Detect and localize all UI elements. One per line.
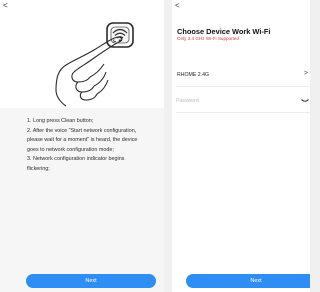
divider (176, 112, 310, 113)
illustration-panel (0, 0, 164, 108)
instruction-steps: 1. Long press Clean button; 2. After the… (27, 117, 155, 175)
next-button[interactable]: Next (26, 274, 156, 288)
wifi-network-selector[interactable]: RHOME 2.4G > (172, 68, 310, 84)
choose-wifi-screen: < Choose Device Work Wi-Fi Only 2.4 GHz … (172, 0, 310, 292)
page-title: Choose Device Work Wi-Fi (177, 27, 271, 36)
back-icon[interactable]: < (3, 2, 8, 10)
reset-instructions-screen: < 1. Long press Clean button; 2. After t… (0, 0, 164, 292)
instruction-line: please wait for a moment" is heard, the … (27, 137, 138, 144)
wifi-network-name: RHOME 2.4G (177, 72, 209, 78)
eye-closed-icon[interactable] (301, 98, 309, 104)
back-icon[interactable]: < (175, 2, 180, 10)
password-input[interactable] (176, 96, 286, 106)
next-button[interactable]: Next (186, 274, 310, 288)
divider (176, 86, 310, 87)
password-row (172, 94, 310, 110)
chevron-right-icon: > (303, 70, 308, 77)
instruction-line: 2. After the voice "Start network config… (27, 127, 137, 134)
instruction-line: 1. Long press Clean button; (27, 118, 94, 124)
instruction-line: flickering; (27, 165, 50, 172)
wifi-band-notice: Only 2.4 GHz Wi-Fi Supported (177, 36, 240, 41)
instruction-line: 3. Network configuration indicator begin… (27, 156, 125, 163)
instruction-line: goes to network configuration mode; (27, 146, 114, 153)
finger-press-wifi-button-illustration (55, 22, 134, 107)
